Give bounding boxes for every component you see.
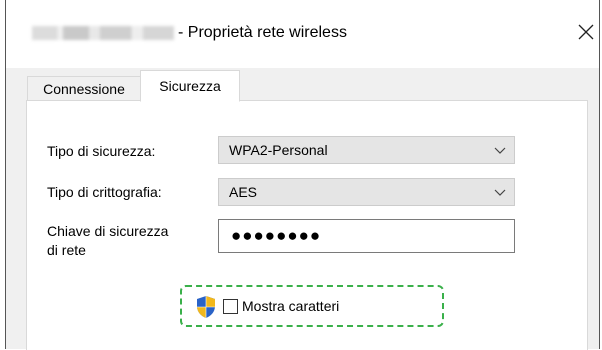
wireless-properties-window: - Proprietà rete wireless Connessione Si… — [5, 0, 600, 350]
chevron-down-icon — [494, 147, 506, 154]
encryption-type-value: AES — [229, 184, 258, 200]
chevron-down-icon — [494, 189, 506, 196]
close-button[interactable] — [574, 18, 598, 46]
show-characters-checkbox[interactable] — [223, 299, 238, 314]
tab-connessione[interactable]: Connessione — [27, 76, 141, 101]
security-panel: Tipo di sicurezza: WPA2-Personal Tipo di… — [26, 100, 588, 350]
title-bar: - Proprietà rete wireless — [6, 0, 599, 68]
tab-sicurezza[interactable]: Sicurezza — [140, 70, 240, 102]
tab-area: Connessione Sicurezza Tipo di sicurezza:… — [6, 68, 599, 350]
window-title: - Proprietà rete wireless — [178, 24, 347, 41]
network-key-input[interactable]: ●●●●●●●● — [218, 219, 515, 253]
encryption-type-label: Tipo di crittografia: — [47, 184, 162, 200]
network-key-label: Chiave di sicurezza di rete — [47, 222, 168, 260]
network-key-label-line1: Chiave di sicurezza — [47, 223, 169, 239]
blurred-network-name — [32, 26, 174, 40]
uac-shield-icon — [197, 296, 215, 318]
show-characters-label[interactable]: Mostra caratteri — [242, 298, 339, 314]
close-icon — [578, 24, 594, 40]
security-type-value: WPA2-Personal — [229, 142, 328, 158]
network-key-label-line2: di rete — [47, 242, 86, 258]
security-type-label: Tipo di sicurezza: — [47, 143, 156, 159]
security-type-dropdown[interactable]: WPA2-Personal — [218, 136, 515, 164]
encryption-type-dropdown[interactable]: AES — [218, 178, 515, 206]
